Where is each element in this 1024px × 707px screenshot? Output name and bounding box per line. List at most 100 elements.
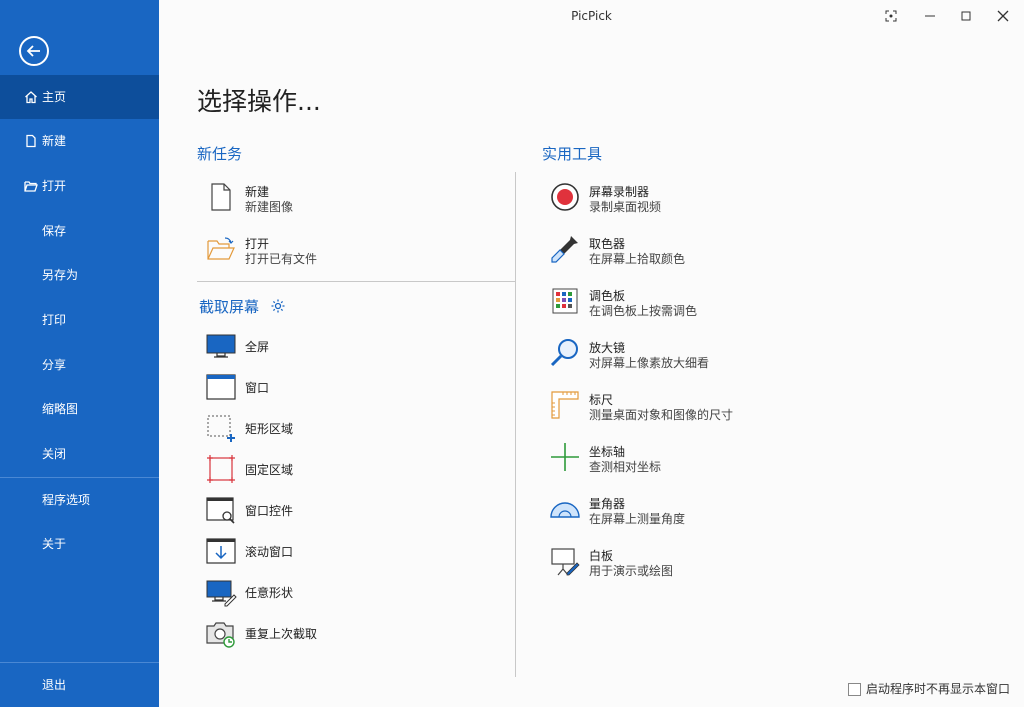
capture-fixed-region-item[interactable]: 固定区域: [205, 453, 505, 485]
whiteboard-icon: [551, 548, 580, 576]
gear-icon[interactable]: [270, 298, 286, 314]
sidebar: 主页 新建 打开 保存 另存为 打印 分享 缩略图 关闭 程序选项 关于 退出: [0, 0, 159, 707]
capture-region-item[interactable]: 矩形区域: [205, 412, 505, 444]
item-subtitle: 打开已有文件: [245, 252, 318, 266]
item-subtitle: 在屏幕上测量角度: [589, 512, 686, 526]
sidebar-item-exit[interactable]: 退出: [0, 663, 159, 707]
section-divider: [197, 281, 515, 282]
magnifier-icon: [550, 339, 578, 367]
window-magnifier-icon: [206, 497, 235, 524]
sidebar-item-label: 分享: [42, 358, 67, 372]
item-subtitle: 查测相对坐标: [589, 460, 662, 474]
item-subtitle: 在调色板上按需调色: [589, 304, 698, 318]
magnifier-item[interactable]: 放大镜 对屏幕上像素放大细看: [549, 337, 879, 377]
crosshair-icon: [551, 443, 579, 471]
item-title: 滚动窗口: [245, 545, 294, 559]
sidebar-item-options[interactable]: 程序选项: [0, 478, 159, 522]
sidebar-item-open[interactable]: 打开: [0, 164, 159, 208]
capture-scrolling-window-item[interactable]: 滚动窗口: [205, 535, 505, 567]
focus-capture-icon[interactable]: [883, 8, 899, 24]
monitor-pen-icon: [206, 580, 237, 607]
whiteboard-item[interactable]: 白板 用于演示或绘图: [549, 545, 879, 585]
capture-repeat-last-item[interactable]: 重复上次截取: [205, 617, 505, 649]
eyedropper-icon: [551, 236, 578, 263]
sidebar-item-label: 保存: [42, 224, 67, 238]
monitor-icon: [206, 334, 236, 358]
color-picker-item[interactable]: 取色器 在屏幕上拾取颜色: [549, 233, 879, 273]
sidebar-item-label: 关于: [42, 537, 67, 551]
dashed-rectangle-icon: [207, 415, 235, 442]
blank-document-icon: [211, 183, 231, 211]
sidebar-item-share[interactable]: 分享: [0, 343, 159, 387]
item-subtitle: 测量桌面对象和图像的尺寸: [589, 408, 734, 422]
color-palette-item[interactable]: 调色板 在调色板上按需调色: [549, 285, 879, 325]
main-panel: 选择操作... 新任务 实用工具 新建 新建图像 打开 打开已有文件 截取屏幕: [159, 32, 1024, 707]
capture-fullscreen-item[interactable]: 全屏: [205, 330, 505, 362]
item-title: 重复上次截取: [245, 627, 318, 641]
screen-recorder-item[interactable]: 屏幕录制器 录制桌面视频: [549, 181, 879, 221]
title-bar: PicPick: [159, 0, 1024, 32]
item-title: 全屏: [245, 340, 270, 354]
arrow-left-icon: [26, 45, 40, 57]
item-title: 窗口: [245, 381, 270, 395]
sidebar-item-about[interactable]: 关于: [0, 522, 159, 566]
item-subtitle: 对屏幕上像素放大细看: [589, 356, 710, 370]
sidebar-item-thumbnail[interactable]: 缩略图: [0, 387, 159, 431]
new-file-icon: [26, 134, 36, 148]
capture-freehand-item[interactable]: 任意形状: [205, 576, 505, 608]
close-icon[interactable]: [995, 8, 1011, 24]
protractor-icon: [550, 502, 580, 518]
back-button[interactable]: [19, 36, 49, 66]
item-subtitle: 用于演示或绘图: [589, 564, 674, 578]
palette-grid-icon: [552, 288, 578, 314]
item-title: 矩形区域: [245, 422, 294, 436]
sidebar-item-label: 缩略图: [42, 402, 79, 416]
maximize-icon[interactable]: [958, 8, 974, 24]
sidebar-item-label: 打印: [42, 313, 67, 327]
sidebar-item-home[interactable]: 主页: [0, 75, 159, 119]
fixed-region-icon: [207, 455, 235, 483]
protractor-item[interactable]: 量角器 在屏幕上测量角度: [549, 493, 879, 533]
tools-heading: 实用工具: [542, 145, 603, 163]
sidebar-item-label: 打开: [42, 179, 67, 193]
item-subtitle: 录制桌面视频: [589, 200, 662, 214]
new-task-heading: 新任务: [197, 145, 243, 163]
sidebar-item-label: 关闭: [42, 447, 67, 461]
open-file-item[interactable]: 打开 打开已有文件: [205, 233, 505, 273]
home-icon: [25, 91, 37, 104]
page-title: 选择操作...: [197, 87, 321, 116]
folder-open-icon: [24, 181, 38, 192]
column-divider: [515, 172, 516, 677]
sidebar-item-print[interactable]: 打印: [0, 298, 159, 342]
item-title: 固定区域: [245, 463, 294, 477]
sidebar-item-label: 另存为: [42, 268, 79, 282]
sidebar-item-label: 退出: [42, 678, 67, 692]
camera-repeat-icon: [206, 622, 235, 648]
new-image-item[interactable]: 新建 新建图像: [205, 181, 505, 221]
capture-window-item[interactable]: 窗口: [205, 371, 505, 403]
sidebar-item-close[interactable]: 关闭: [0, 432, 159, 476]
sidebar-item-new[interactable]: 新建: [0, 119, 159, 163]
capture-heading: 截取屏幕: [199, 296, 286, 317]
checkbox-label: 启动程序时不再显示本窗口: [865, 682, 1010, 696]
checkbox-box[interactable]: [847, 683, 861, 696]
item-title: 窗口控件: [245, 504, 294, 518]
item-subtitle: 在屏幕上拾取颜色: [589, 252, 686, 266]
sidebar-item-label: 程序选项: [42, 493, 91, 507]
scroll-window-icon: [206, 538, 236, 564]
dont-show-on-startup-checkbox[interactable]: 启动程序时不再显示本窗口: [847, 680, 1010, 697]
sidebar-item-label: 新建: [42, 134, 67, 148]
item-title: 任意形状: [245, 586, 294, 600]
ruler-icon: [551, 391, 579, 419]
folder-open-icon: [207, 237, 235, 260]
capture-window-control-item[interactable]: 窗口控件: [205, 494, 505, 526]
record-icon: [551, 183, 579, 211]
sidebar-item-save[interactable]: 保存: [0, 209, 159, 253]
sidebar-item-save-as[interactable]: 另存为: [0, 253, 159, 297]
window-icon: [206, 374, 236, 400]
capture-heading-label: 截取屏幕: [199, 298, 260, 316]
item-subtitle: 新建图像: [245, 200, 294, 214]
crosshair-item[interactable]: 坐标轴 查测相对坐标: [549, 441, 879, 481]
minimize-icon[interactable]: [922, 8, 938, 24]
ruler-item[interactable]: 标尺 测量桌面对象和图像的尺寸: [549, 389, 879, 429]
